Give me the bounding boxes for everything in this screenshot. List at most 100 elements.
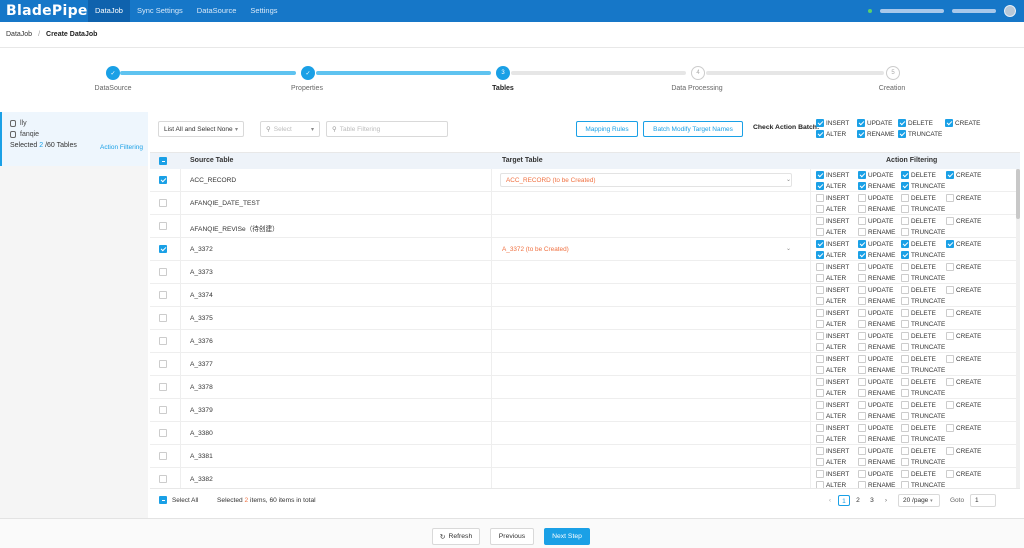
action-create-checkbox-box[interactable] [946,355,954,363]
action-create-checkbox-box[interactable] [946,378,954,386]
row-select-checkbox[interactable] [159,314,167,322]
action-truncate-checkbox-box[interactable] [901,366,909,374]
action-update-checkbox[interactable]: UPDATE [858,193,893,203]
action-update-checkbox-box[interactable] [858,194,866,202]
row-select-checkbox[interactable] [159,406,167,414]
action-update-checkbox[interactable]: UPDATE [858,354,893,364]
action-insert-checkbox-box[interactable] [816,447,824,455]
action-insert-checkbox[interactable]: INSERT [816,400,849,410]
action-update-checkbox[interactable]: UPDATE [858,285,893,295]
action-update-checkbox[interactable]: UPDATE [858,262,893,272]
action-delete-checkbox-box[interactable] [901,263,909,271]
action-insert-checkbox[interactable]: INSERT [816,331,849,341]
action-delete-checkbox[interactable]: DELETE [901,193,936,203]
action-create-checkbox[interactable]: CREATE [946,193,981,203]
action-truncate-checkbox[interactable]: TRUNCATE [901,388,945,398]
action-insert-checkbox[interactable]: INSERT [816,216,849,226]
target-table-value[interactable]: A_3372 (to be Created) [502,246,569,253]
action-delete-checkbox-box[interactable] [901,470,909,478]
action-create-checkbox-box[interactable] [946,217,954,225]
action-insert-checkbox[interactable]: INSERT [816,262,849,272]
action-delete-checkbox[interactable]: DELETE [901,262,936,272]
action-alter-checkbox[interactable]: ALTER [816,457,846,467]
action-alter-checkbox-box[interactable] [816,458,824,466]
action-create-checkbox-box[interactable] [946,424,954,432]
action-truncate-checkbox-box[interactable] [901,435,909,443]
avatar[interactable] [1004,5,1016,17]
action-delete-checkbox[interactable]: DELETE [901,239,936,249]
action-rename-checkbox-box[interactable] [858,412,866,420]
table-row[interactable]: ACC_RECORD ACC_RECORD (to be Created) ⌄ INS… [150,169,1020,192]
action-update-checkbox-box[interactable] [858,355,866,363]
action-alter-checkbox[interactable]: ALTER [816,480,846,488]
action-alter-checkbox-box[interactable] [816,228,824,236]
action-insert-checkbox-box[interactable] [816,378,824,386]
action-rename-checkbox-box[interactable] [858,435,866,443]
action-rename-checkbox[interactable]: RENAME [858,227,895,237]
action-truncate-checkbox-box[interactable] [901,251,909,259]
action-update-checkbox[interactable]: UPDATE [858,377,893,387]
action-alter-checkbox[interactable]: ALTER [816,227,846,237]
action-rename-checkbox[interactable]: RENAME [858,250,895,260]
action-delete-checkbox-box[interactable] [901,286,909,294]
action-update-checkbox-box[interactable] [858,171,866,179]
action-delete-checkbox[interactable]: DELETE [901,285,936,295]
action-truncate-checkbox[interactable]: TRUNCATE [901,204,945,214]
action-rename-checkbox[interactable]: RENAME [858,457,895,467]
batch-insert-checkbox-box[interactable] [816,119,824,127]
action-delete-checkbox-box[interactable] [901,217,909,225]
action-delete-checkbox-box[interactable] [901,401,909,409]
batch-truncate-checkbox[interactable]: TRUNCATE [898,129,942,139]
action-truncate-checkbox[interactable]: TRUNCATE [901,227,945,237]
action-truncate-checkbox[interactable]: TRUNCATE [901,319,945,329]
action-alter-checkbox[interactable]: ALTER [816,434,846,444]
row-select-checkbox[interactable] [159,383,167,391]
chevron-down-icon[interactable]: ⌄ [786,176,791,183]
row-select-checkbox[interactable] [159,176,167,184]
action-rename-checkbox[interactable]: RENAME [858,434,895,444]
action-rename-checkbox[interactable]: RENAME [858,480,895,488]
action-truncate-checkbox-box[interactable] [901,481,909,488]
action-create-checkbox[interactable]: CREATE [946,469,981,479]
action-create-checkbox[interactable]: CREATE [946,239,981,249]
action-create-checkbox-box[interactable] [946,470,954,478]
action-update-checkbox[interactable]: UPDATE [858,308,893,318]
action-rename-checkbox[interactable]: RENAME [858,342,895,352]
action-insert-checkbox-box[interactable] [816,309,824,317]
action-create-checkbox-box[interactable] [946,447,954,455]
table-filter-input[interactable]: ⚲ Table Filtering [326,121,448,137]
action-alter-checkbox-box[interactable] [816,389,824,397]
action-alter-checkbox-box[interactable] [816,412,824,420]
action-update-checkbox[interactable]: UPDATE [858,423,893,433]
action-truncate-checkbox[interactable]: TRUNCATE [901,181,945,191]
action-delete-checkbox[interactable]: DELETE [901,469,936,479]
nav-settings[interactable]: Settings [243,0,284,22]
action-truncate-checkbox-box[interactable] [901,297,909,305]
action-insert-checkbox[interactable]: INSERT [816,377,849,387]
batch-update-checkbox-box[interactable] [857,119,865,127]
action-alter-checkbox[interactable]: ALTER [816,388,846,398]
action-alter-checkbox[interactable]: ALTER [816,296,846,306]
action-rename-checkbox-box[interactable] [858,251,866,259]
action-alter-checkbox-box[interactable] [816,251,824,259]
action-insert-checkbox[interactable]: INSERT [816,308,849,318]
action-alter-checkbox[interactable]: ALTER [816,181,846,191]
action-alter-checkbox[interactable]: ALTER [816,342,846,352]
action-delete-checkbox-box[interactable] [901,240,909,248]
batch-delete-checkbox[interactable]: DELETE [898,118,933,128]
row-select-checkbox[interactable] [159,475,167,483]
action-create-checkbox-box[interactable] [946,240,954,248]
table-row[interactable]: A_3372 A_3372 (to be Created) ⌄ INSERT UPDAT… [150,238,1020,261]
action-alter-checkbox-box[interactable] [816,274,824,282]
action-alter-checkbox-box[interactable] [816,366,824,374]
action-delete-checkbox[interactable]: DELETE [901,331,936,341]
action-create-checkbox[interactable]: CREATE [946,331,981,341]
batch-create-checkbox-box[interactable] [945,119,953,127]
action-update-checkbox-box[interactable] [858,217,866,225]
action-create-checkbox[interactable]: CREATE [946,285,981,295]
table-row[interactable]: A_3379 INSERT UPDATE DELETE CREATE ALTER RENAM… [150,399,1020,422]
action-alter-checkbox[interactable]: ALTER [816,365,846,375]
mapping-rules-button[interactable]: Mapping Rules [576,121,638,137]
action-truncate-checkbox-box[interactable] [901,320,909,328]
row-select-checkbox[interactable] [159,337,167,345]
